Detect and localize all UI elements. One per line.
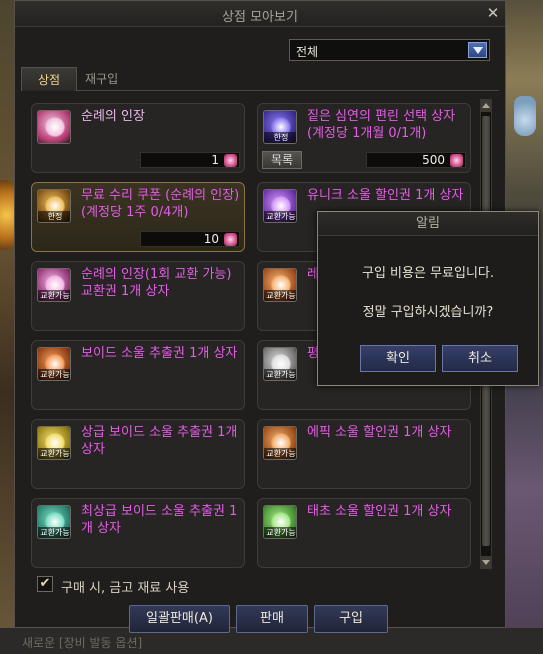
close-button[interactable]: ✕ [485,4,501,22]
icon-glow [45,117,65,137]
item-slot[interactable]: 교환가능 보이드 소울 추출권 1개 상자 [31,340,245,410]
item-price: 1 [211,153,219,167]
unique-soul-icon: 교환가능 [263,189,297,223]
top-void-soul-icon: 교환가능 [37,505,71,539]
item-name: 순례의 인장 [81,109,145,124]
item-name: 유니크 소울 할인권 1개 상자 [307,188,464,203]
currency-icon [450,154,463,167]
buy-button[interactable]: 구입 [314,605,388,633]
seal-ticket-icon: 교환가능 [37,268,71,302]
seal-icon [37,110,71,144]
legend-soul-icon: 교환가능 [263,268,297,302]
chevron-down-icon[interactable] [468,42,487,58]
item-slot[interactable]: 교환가능 최상급 보이드 소울 추출권 1개 상자 [31,498,245,568]
item-name: 태초 소울 할인권 1개 상자 [307,504,452,519]
item-list-button[interactable]: 목록 [262,151,302,169]
item-slot[interactable]: 교환가능 상급 보이드 소울 추출권 1개 상자 [31,419,245,489]
use-vault-materials-checkbox[interactable]: ✔ [37,576,53,592]
item-name: 에픽 소울 할인권 1개 상자 [307,425,452,440]
icon-tag: 교환가능 [38,290,70,301]
dialog-confirm-button[interactable]: 확인 [360,345,436,372]
currency-icon [224,154,237,167]
item-name: 짙은 심연의 편린 선택 상자 (계정당 1개월 0/1개) [307,109,456,141]
soul-icon: 교환가능 [263,347,297,381]
item-price: 500 [422,153,445,167]
icon-tag: 교환가능 [264,290,296,301]
item-slot[interactable]: 한정 짙은 심연의 편린 선택 상자 (계정당 1개월 0/1개) 500 목록 [257,103,471,173]
scroll-up-button[interactable] [481,100,491,112]
tab-rebuy[interactable]: 재구입 [85,67,133,91]
icon-tag: 한정 [38,211,70,222]
dialog-title: 알림 [318,212,538,236]
icon-tag: 교환가능 [38,369,70,380]
icon-tag: 교환가능 [264,211,296,222]
item-name: 보이드 소울 추출권 1개 상자 [81,346,238,361]
dialog-cancel-button[interactable]: 취소 [442,345,518,372]
price-box: 10 [140,231,240,247]
sell-button[interactable]: 판매 [236,605,308,633]
void-soul-icon: 교환가능 [37,347,71,381]
currency-icon [224,233,237,246]
high-void-soul-icon: 교환가능 [37,426,71,460]
use-vault-materials-label: 구매 시, 금고 재료 사용 [61,581,190,596]
item-name: 무료 수리 쿠폰 (순례의 인장) (계정당 1주 0/4개) [81,188,240,220]
primal-soul-icon: 교환가능 [263,505,297,539]
icon-tag: 교환가능 [264,448,296,459]
item-slot[interactable]: 교환가능 에픽 소울 할인권 1개 상자 [257,419,471,489]
icon-tag: 교환가능 [264,369,296,380]
item-name: 순례의 인장(1회 교환 가능) 교환권 1개 상자 [81,267,232,299]
item-slot[interactable]: 한정 무료 수리 쿠폰 (순례의 인장) (계정당 1주 0/4개) 10 [31,182,245,252]
background-left [0,0,14,654]
abyss-box-icon: 한정 [263,110,297,144]
repair-coupon-icon: 한정 [37,189,71,223]
background-vase [514,96,536,136]
item-name: 상급 보이드 소울 추출권 1개 상자 [81,425,238,457]
category-filter-dropdown[interactable]: 전체 [289,39,490,61]
item-slot[interactable]: 교환가능 순례의 인장(1회 교환 가능) 교환권 1개 상자 [31,261,245,331]
window-title: 상점 모아보기 [222,10,298,25]
price-box: 1 [140,152,240,168]
tab-bar: 상점 재구입 [21,67,499,91]
scroll-down-button[interactable] [481,556,491,568]
background-text: 새로운 [장비 발동 옵션] [22,636,143,650]
icon-tag: 교환가능 [264,527,296,538]
icon-tag: 교환가능 [38,448,70,459]
icon-tag: 교환가능 [38,527,70,538]
epic-soul-icon: 교환가능 [263,426,297,460]
item-slot[interactable]: 순례의 인장 1 [31,103,245,173]
item-slot[interactable]: 교환가능 태초 소울 할인권 1개 상자 [257,498,471,568]
bulk-sell-button[interactable]: 일괄판매(A) [129,605,230,633]
item-price: 10 [203,232,219,246]
confirm-dialog: 알림 구입 비용은 무료입니다. 정말 구입하시겠습니까? 확인 취소 [317,211,539,386]
price-box: 500 [366,152,466,168]
dialog-message-confirm: 정말 구입하시겠습니까? [362,305,494,320]
icon-tag: 한정 [264,132,296,143]
title-bar[interactable]: 상점 모아보기 ✕ [15,1,505,27]
tab-shop[interactable]: 상점 [21,67,77,91]
dialog-message-cost: 구입 비용은 무료입니다. [362,266,494,281]
filter-selected-value: 전체 [296,45,319,59]
item-name: 최상급 보이드 소울 추출권 1개 상자 [81,504,238,536]
